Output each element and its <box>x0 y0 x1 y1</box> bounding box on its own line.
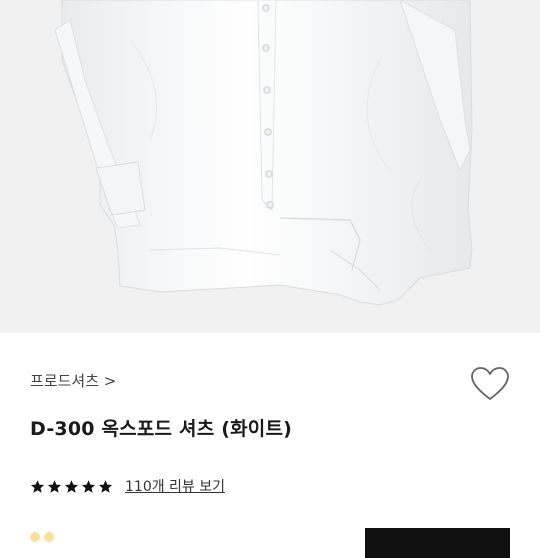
brand-link-label: 프로드셔츠 > <box>30 372 117 390</box>
heart-outline-icon[interactable] <box>470 366 510 402</box>
brand-link[interactable]: 프로드셔츠 > <box>30 370 116 391</box>
product-image <box>0 0 540 333</box>
star-filled-icon <box>98 479 113 493</box>
star-filled-icon <box>30 479 45 493</box>
rating-row: 110개 리뷰 보기 <box>30 476 225 496</box>
rating-stars <box>30 479 113 494</box>
promo-badge-partial <box>30 532 180 548</box>
product-title: D-300 옥스포드 셔츠 (화이트) <box>30 418 293 440</box>
shirt-illustration <box>54 0 473 306</box>
promo-dot <box>44 532 54 542</box>
star-filled-icon <box>47 479 62 493</box>
star-filled-icon <box>64 479 79 493</box>
star-filled-icon <box>81 479 96 493</box>
promo-dot <box>30 532 40 542</box>
reviews-link[interactable]: 110개 리뷰 보기 <box>125 476 225 496</box>
buy-button[interactable] <box>365 528 510 558</box>
